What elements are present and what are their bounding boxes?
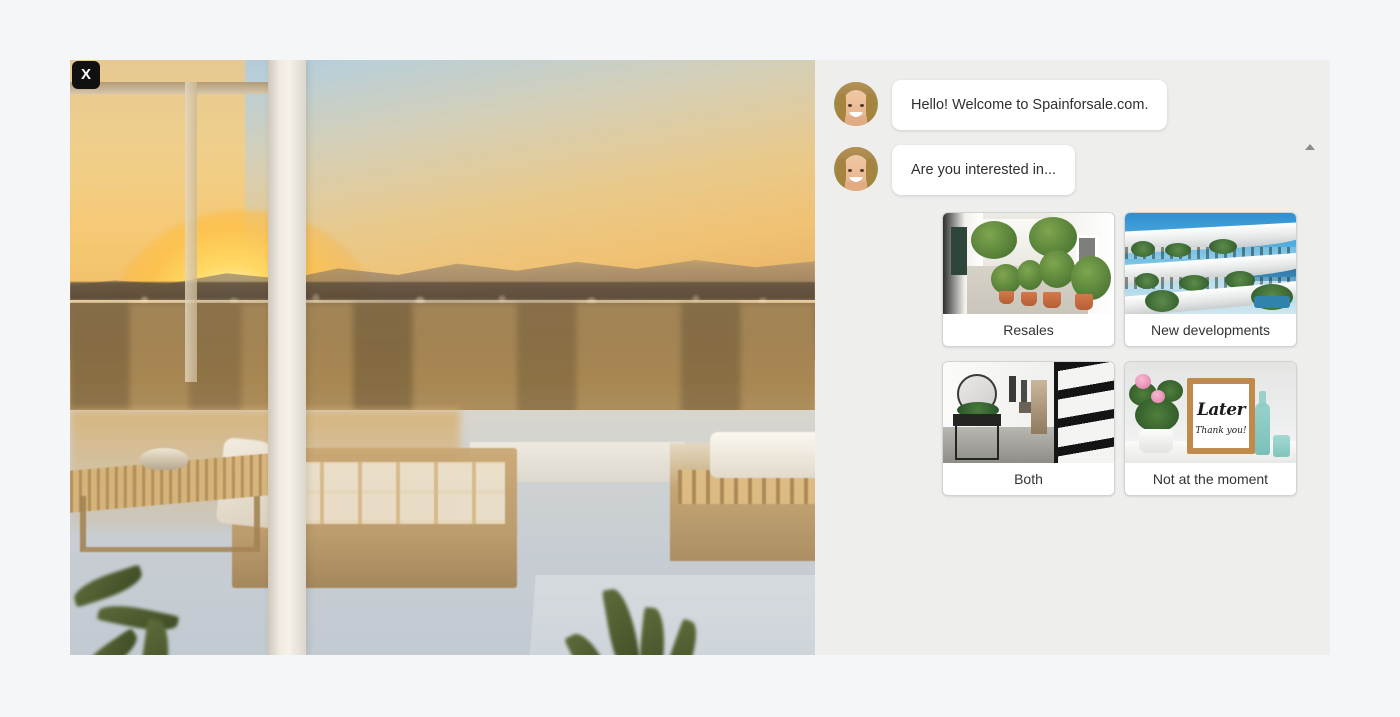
property-video-player[interactable] bbox=[70, 60, 815, 655]
chat-bubble-text: Are you interested in... bbox=[892, 145, 1076, 196]
table-lamp bbox=[140, 448, 188, 470]
option-card-label: Not at the moment bbox=[1125, 463, 1296, 495]
terrace-column bbox=[268, 60, 306, 655]
daybed-mattress bbox=[710, 432, 815, 478]
chat-message: Are you interested in... bbox=[834, 145, 1076, 196]
chat-widget-panel: Hello! Welcome to Spainforsale.com. Are … bbox=[815, 60, 1330, 655]
app-stage: X Hello! Welcome to Spainforsale.com. Ar… bbox=[0, 0, 1400, 717]
modern-apartment-building-thumb bbox=[1125, 213, 1296, 314]
later-print-line1: Later bbox=[1196, 400, 1246, 420]
option-card-new-developments[interactable]: New developments bbox=[1124, 212, 1297, 347]
chat-message: Hello! Welcome to Spainforsale.com. bbox=[834, 80, 1168, 131]
door-frame-top bbox=[70, 82, 280, 94]
agent-avatar bbox=[834, 82, 878, 126]
agent-avatar bbox=[834, 147, 878, 191]
option-card-label: Both bbox=[943, 463, 1114, 495]
chat-bubble-text: Hello! Welcome to Spainforsale.com. bbox=[892, 80, 1168, 131]
coffee-table-legs bbox=[80, 496, 260, 552]
option-card-resales[interactable]: Resales bbox=[942, 212, 1115, 347]
later-print-line2: Thank you! bbox=[1195, 426, 1247, 436]
rooftop-band bbox=[70, 303, 815, 415]
option-card-label: Resales bbox=[943, 314, 1114, 346]
door-frame-right bbox=[185, 82, 197, 382]
option-card-both[interactable]: Both bbox=[942, 361, 1115, 496]
chat-quick-reply-grid: Resales New developments Both Later Than… bbox=[942, 212, 1302, 496]
option-card-label: New developments bbox=[1125, 314, 1296, 346]
option-card-not-at-the-moment[interactable]: Later Thank you! Not at the moment bbox=[1124, 361, 1297, 496]
close-icon[interactable]: X bbox=[72, 61, 100, 89]
scroll-up-icon[interactable] bbox=[1303, 142, 1317, 152]
spanish-village-street-thumb bbox=[943, 213, 1114, 314]
later-thank-you-print-thumb: Later Thank you! bbox=[1125, 362, 1296, 463]
minimal-hallway-thumb bbox=[943, 362, 1114, 463]
